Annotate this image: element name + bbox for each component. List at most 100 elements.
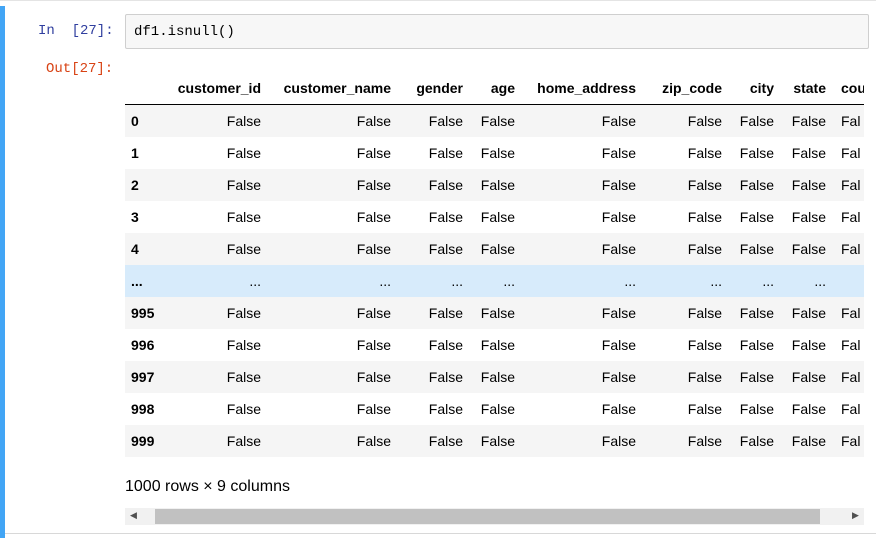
table-cell: False [739, 209, 774, 225]
table-cell: False [601, 337, 636, 353]
table-cell: False [601, 145, 636, 161]
table-cell: False [226, 209, 261, 225]
table-cell: False [687, 241, 722, 257]
table-cell: False [226, 337, 261, 353]
table-cell: False [687, 113, 722, 129]
selected-cell-indicator [0, 6, 5, 538]
table-body: 0 False False False False False False False Fals… [125, 104, 864, 457]
table-cell: Fal [841, 241, 861, 257]
table-cell: False [791, 113, 826, 129]
table-cell: False [687, 177, 722, 193]
table-row: 2 False False False False False False False Fals… [125, 169, 864, 201]
table-cell: False [791, 337, 826, 353]
row-index: 999 [131, 433, 155, 449]
table-cell: False [480, 369, 515, 385]
scrollbar-thumb[interactable] [155, 509, 820, 524]
table-cell: Fal [841, 145, 861, 161]
column-header-home-address: home_address [522, 72, 643, 105]
table-cell: Fal [841, 401, 861, 417]
scroll-right-arrow-icon[interactable]: ▶ [847, 508, 864, 525]
table-cell: False [226, 305, 261, 321]
table-cell: ... [451, 273, 463, 289]
input-prompt: In [27]: [38, 23, 114, 39]
table-cell: False [480, 209, 515, 225]
table-cell: False [687, 337, 722, 353]
table-cell: False [480, 433, 515, 449]
table-cell: False [601, 401, 636, 417]
table-cell: Fal [841, 305, 861, 321]
table-cell: False [739, 369, 774, 385]
table-cell: False [687, 369, 722, 385]
table-cell: False [687, 209, 722, 225]
table-cell: False [356, 113, 391, 129]
code-text[interactable]: df1.isnull() [134, 23, 235, 41]
table-cell: False [226, 145, 261, 161]
table-cell: ... [503, 273, 515, 289]
table-cell: False [480, 177, 515, 193]
table-cell: False [601, 113, 636, 129]
table-cell: ... [624, 273, 636, 289]
table-cell: False [428, 113, 463, 129]
row-index: 1 [131, 145, 139, 161]
table-cell: False [356, 241, 391, 257]
table-cell: False [601, 305, 636, 321]
table-cell: False [428, 241, 463, 257]
row-index: 995 [131, 305, 155, 321]
dataframe-output: customer_id customer_name gender age home_ad… [125, 72, 864, 458]
table-cell: False [428, 305, 463, 321]
table-cell: False [687, 305, 722, 321]
table-cell: False [480, 113, 515, 129]
table-row: 999 False False False False False False False Fa… [125, 425, 864, 457]
table-cell: False [687, 145, 722, 161]
row-index: 0 [131, 113, 139, 129]
ellipsis-row: ........................... [125, 265, 864, 297]
table-cell: False [226, 401, 261, 417]
scroll-left-arrow-icon[interactable]: ◀ [125, 508, 142, 525]
table-cell: False [739, 433, 774, 449]
table-cell: False [601, 433, 636, 449]
table-cell: False [480, 401, 515, 417]
table-cell: False [428, 401, 463, 417]
table-cell: ... [710, 273, 722, 289]
table-cell: False [356, 337, 391, 353]
table-cell: False [226, 433, 261, 449]
table-cell: False [428, 337, 463, 353]
table-cell: Fal [841, 433, 861, 449]
table-cell: False [739, 177, 774, 193]
column-header-state: state [781, 72, 833, 105]
table-cell: False [739, 305, 774, 321]
table-row: 0 False False False False False False False Fals… [125, 104, 864, 137]
table-cell: False [356, 401, 391, 417]
table-row: 3 False False False False False False False Fals… [125, 201, 864, 233]
table-cell: False [687, 433, 722, 449]
table-cell: False [791, 145, 826, 161]
table-cell: False [428, 209, 463, 225]
column-header-customer-name: customer_name [268, 72, 398, 105]
horizontal-scrollbar[interactable]: ◀ ▶ [125, 508, 864, 525]
row-index: 2 [131, 177, 139, 193]
row-index: 996 [131, 337, 155, 353]
table-cell: False [428, 177, 463, 193]
table-cell: False [601, 369, 636, 385]
table-row: 998 False False False False False False False Fa… [125, 393, 864, 425]
output-prompt: Out[27]: [46, 61, 114, 77]
table-cell: False [739, 145, 774, 161]
table-cell: False [480, 305, 515, 321]
table-header-row: customer_id customer_name gender age home_ad… [125, 72, 864, 105]
index-header [125, 72, 171, 105]
table-cell: False [226, 113, 261, 129]
table-cell: False [428, 369, 463, 385]
row-index: ... [131, 273, 143, 289]
table-cell: ... [762, 273, 774, 289]
column-header-count: count [833, 72, 864, 105]
table-cell: False [356, 433, 391, 449]
column-header-zip-code: zip_code [643, 72, 729, 105]
bottom-divider [5, 533, 876, 534]
table-cell: False [480, 145, 515, 161]
table-cell: False [739, 337, 774, 353]
table-row: 995 False False False False False False False Fa… [125, 297, 864, 329]
table-cell: False [356, 369, 391, 385]
row-index: 3 [131, 209, 139, 225]
table-cell: ... [379, 273, 391, 289]
code-input-area[interactable]: df1.isnull() [125, 14, 869, 49]
